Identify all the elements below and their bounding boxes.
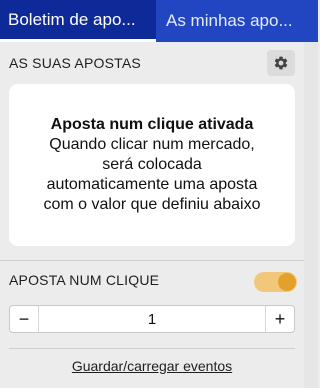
- info-line: com o valor que definiu abaixo: [43, 196, 261, 213]
- info-title: Aposta num clique ativada: [50, 116, 254, 133]
- stake-value[interactable]: 1: [39, 306, 265, 332]
- divider: [9, 348, 295, 349]
- info-line: automaticamente uma aposta: [46, 176, 258, 193]
- betslip-tabs: Boletim de apo... As minhas apo...: [0, 0, 318, 42]
- increment-button[interactable]: +: [265, 306, 294, 332]
- save-load-events-link[interactable]: Guardar/carregar eventos: [0, 358, 304, 374]
- divider: [0, 260, 318, 261]
- toggle-knob: [278, 273, 296, 291]
- info-line: Quando clicar num mercado,: [49, 136, 255, 153]
- stake-stepper: − 1 +: [9, 305, 295, 333]
- gear-icon: [274, 56, 288, 70]
- section-title: AS SUAS APOSTAS: [9, 55, 141, 71]
- decrement-button[interactable]: −: [10, 306, 39, 332]
- betslip-panel: Boletim de apo... As minhas apo... AS SU…: [0, 0, 318, 388]
- settings-button[interactable]: [267, 50, 295, 76]
- bets-section-header: AS SUAS APOSTAS: [0, 48, 318, 78]
- info-line: será colocada: [102, 156, 202, 173]
- tab-my-bets[interactable]: As minhas apo...: [156, 0, 318, 42]
- tab-betslip[interactable]: Boletim de apo...: [0, 0, 156, 42]
- one-click-info-card: Aposta num clique ativada Quando clicar …: [9, 84, 295, 246]
- one-click-label: APOSTA NUM CLIQUE: [9, 272, 160, 288]
- scrollbar-track[interactable]: [304, 42, 318, 388]
- one-click-toggle[interactable]: [254, 272, 297, 292]
